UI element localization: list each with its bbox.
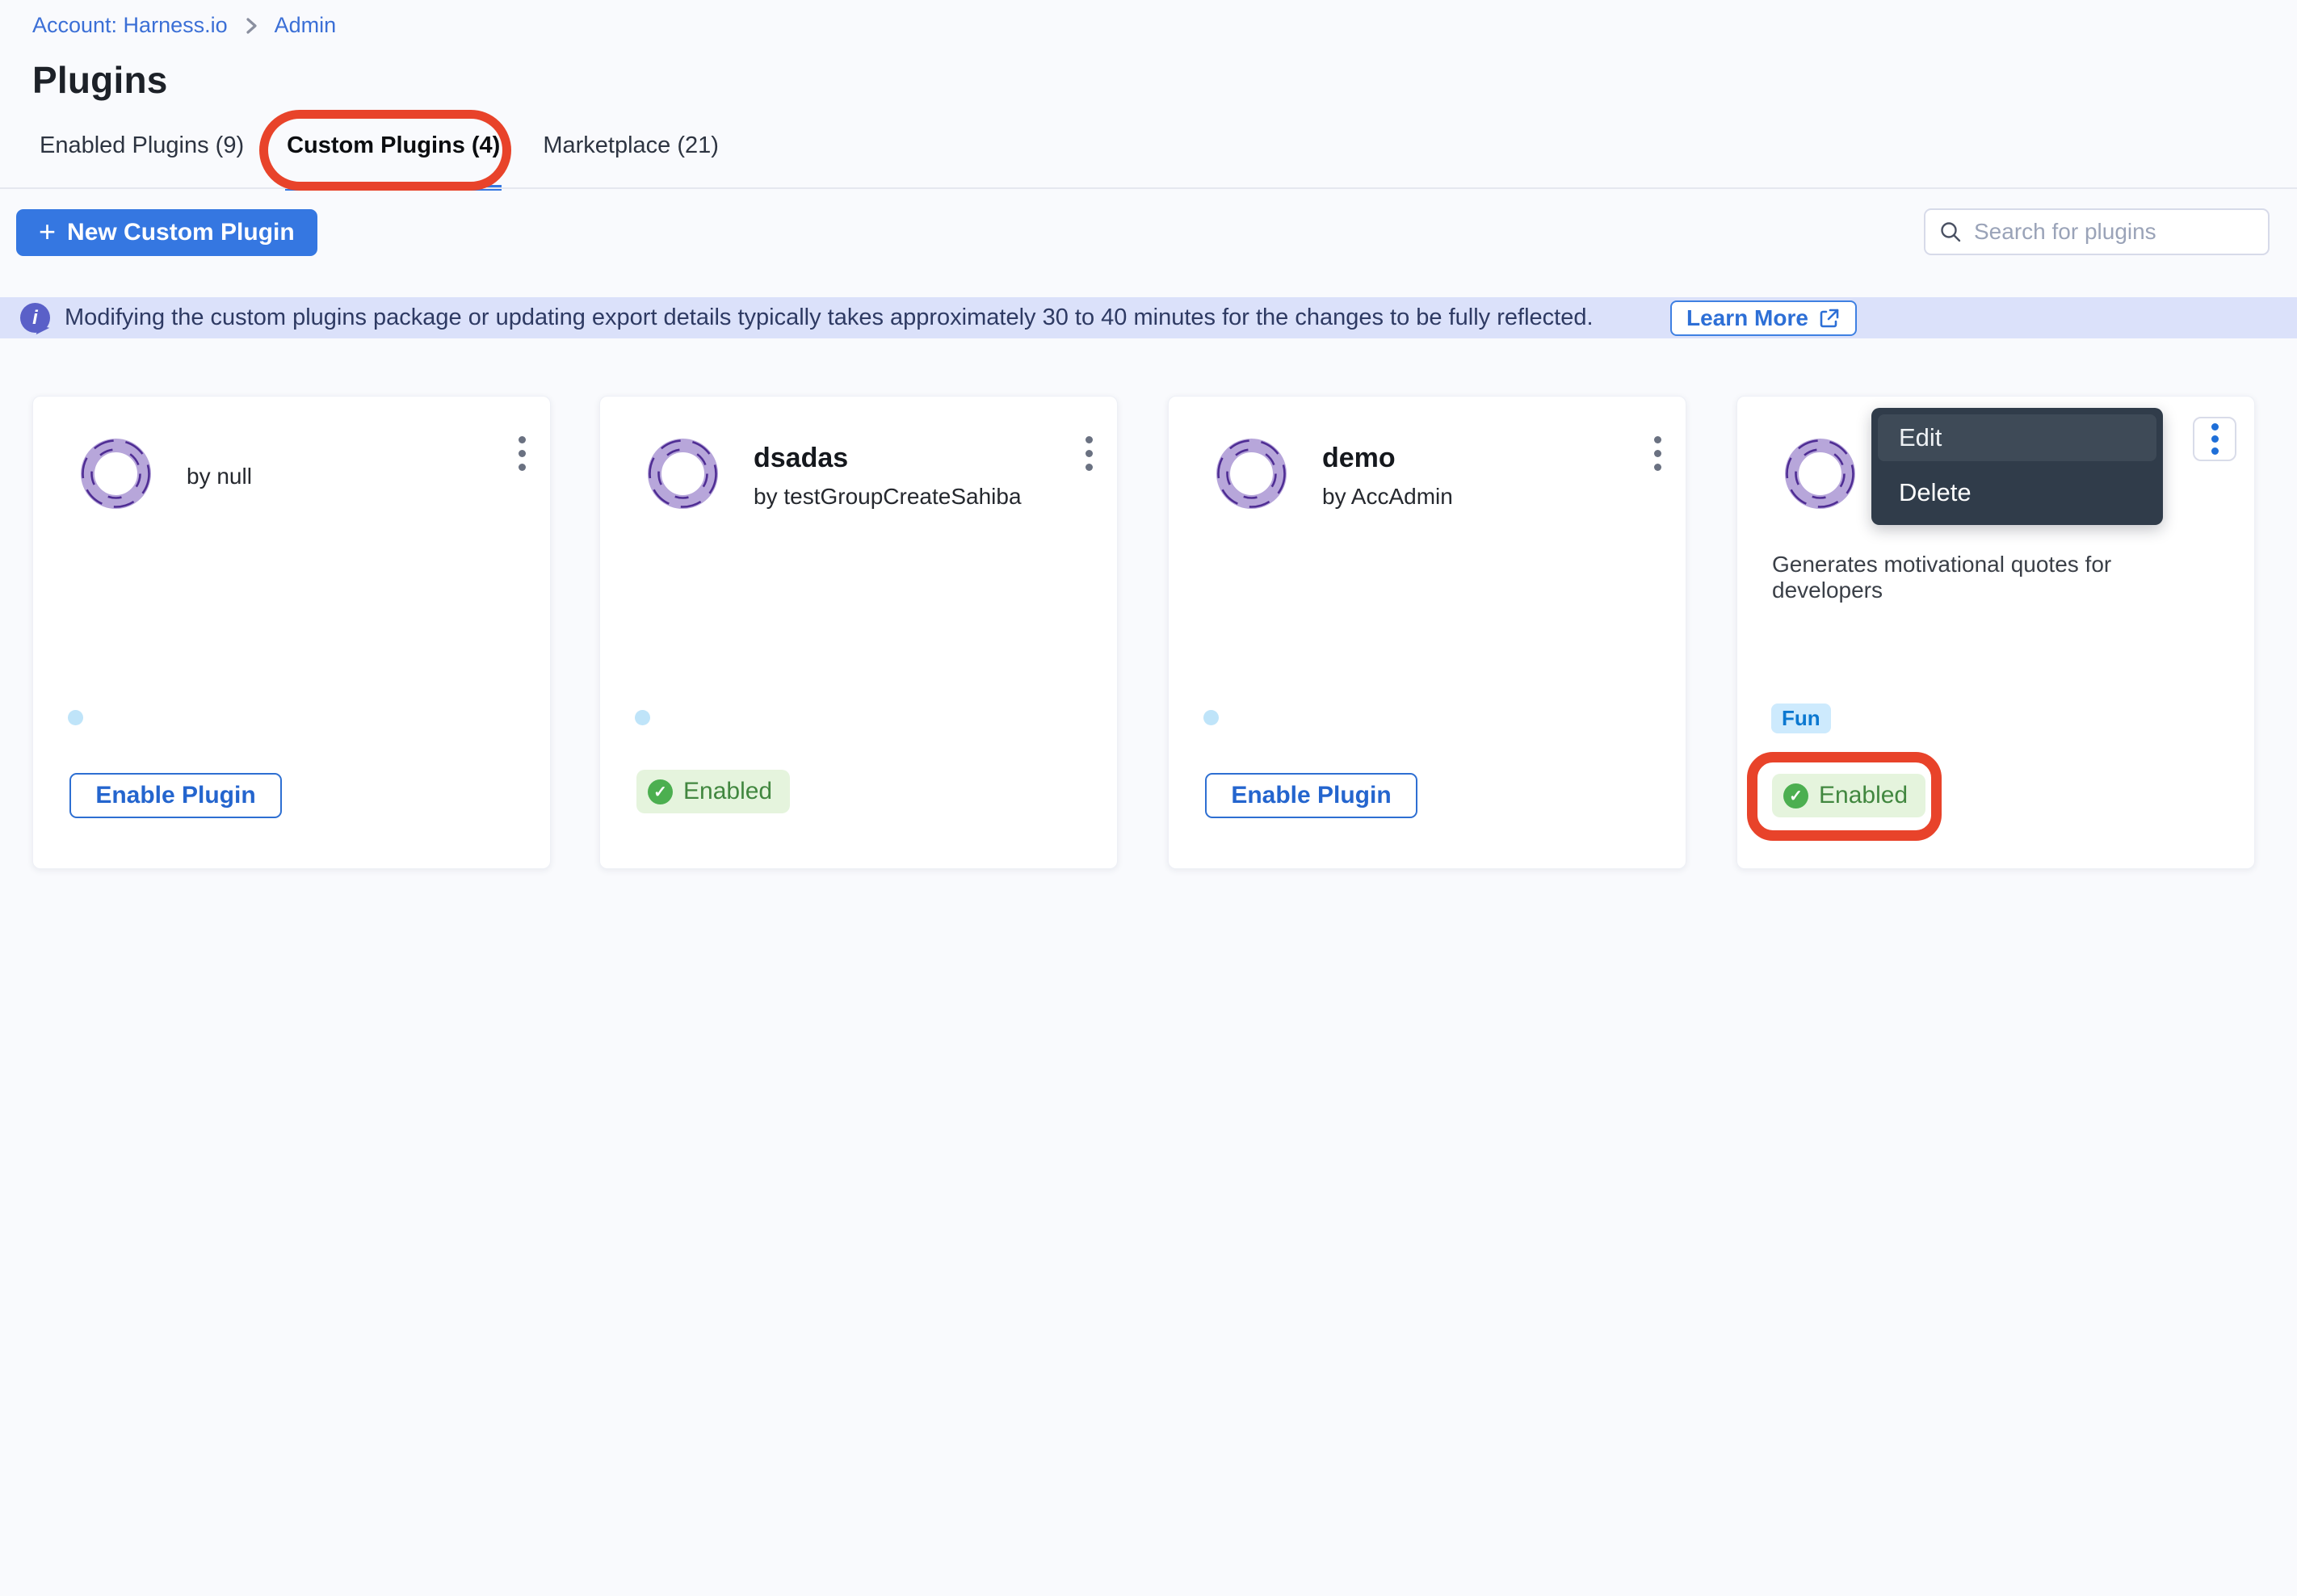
tab-custom-plugins[interactable]: Custom Plugins (4) — [285, 129, 502, 191]
info-banner: i Modifying the custom plugins package o… — [0, 297, 2297, 338]
external-link-icon — [1818, 307, 1841, 330]
plugin-logo-icon — [1213, 435, 1290, 512]
plugin-card: dsadas by testGroupCreateSahiba ✓ Enable… — [599, 396, 1118, 869]
plus-icon: + — [39, 217, 56, 246]
kebab-menu-icon[interactable] — [506, 433, 538, 481]
menu-item-delete[interactable]: Delete — [1871, 468, 2163, 518]
plugin-logo-icon — [78, 435, 154, 512]
learn-more-label: Learn More — [1686, 305, 1808, 331]
plugin-search — [1924, 208, 2270, 255]
plugin-title: dsadas — [754, 443, 848, 474]
category-dot — [1203, 710, 1219, 725]
kebab-menu-icon[interactable] — [1641, 433, 1673, 481]
info-icon: i — [20, 303, 50, 333]
new-custom-plugin-label: New Custom Plugin — [67, 219, 295, 246]
tab-bar: Enabled Plugins (9) Custom Plugins (4) M… — [38, 129, 720, 191]
tabs-divider — [0, 187, 2297, 189]
chevron-right-icon — [242, 17, 260, 35]
enable-plugin-button[interactable]: Enable Plugin — [69, 773, 282, 818]
plugin-card: Generates motivational quotes for develo… — [1736, 396, 2255, 869]
menu-item-edit[interactable]: Edit — [1878, 414, 2156, 461]
plugin-logo-icon — [645, 435, 721, 512]
search-icon — [1938, 220, 1963, 244]
plugin-byline: by testGroupCreateSahiba — [754, 484, 1022, 510]
enabled-label: Enabled — [683, 778, 772, 805]
plugin-card: by null Enable Plugin — [32, 396, 551, 869]
plugin-card: demo by AccAdmin Enable Plugin — [1168, 396, 1686, 869]
card-context-menu: Edit Delete — [1871, 408, 2163, 525]
tab-marketplace[interactable]: Marketplace (21) — [541, 129, 720, 191]
learn-more-button[interactable]: Learn More — [1670, 300, 1857, 336]
info-banner-text: Modifying the custom plugins package or … — [65, 297, 1594, 338]
enabled-label: Enabled — [1819, 782, 1908, 809]
category-tag: Fun — [1771, 704, 1831, 733]
plugin-byline: by null — [187, 464, 252, 489]
breadcrumb-admin-link[interactable]: Admin — [275, 13, 337, 38]
breadcrumb-account-link[interactable]: Account: Harness.io — [32, 13, 228, 38]
plugin-description: Generates motivational quotes for develo… — [1772, 552, 2208, 603]
new-custom-plugin-button[interactable]: + New Custom Plugin — [16, 209, 317, 256]
plugin-byline: by AccAdmin — [1322, 484, 1453, 510]
kebab-menu-icon-active[interactable] — [2193, 417, 2236, 461]
check-icon: ✓ — [648, 779, 673, 804]
breadcrumb: Account: Harness.io Admin — [32, 13, 336, 38]
tab-enabled-plugins[interactable]: Enabled Plugins (9) — [38, 129, 246, 191]
enabled-status-badge: ✓ Enabled — [636, 770, 790, 813]
check-icon: ✓ — [1783, 783, 1808, 808]
plugin-logo-icon — [1782, 435, 1858, 512]
enable-plugin-button[interactable]: Enable Plugin — [1205, 773, 1417, 818]
category-dot — [635, 710, 650, 725]
search-input[interactable] — [1974, 219, 2266, 245]
kebab-menu-icon[interactable] — [1073, 433, 1105, 481]
plugin-title: demo — [1322, 443, 1396, 474]
category-dot — [68, 710, 83, 725]
enabled-status-badge: ✓ Enabled — [1772, 774, 1925, 817]
page-title: Plugins — [32, 58, 168, 102]
